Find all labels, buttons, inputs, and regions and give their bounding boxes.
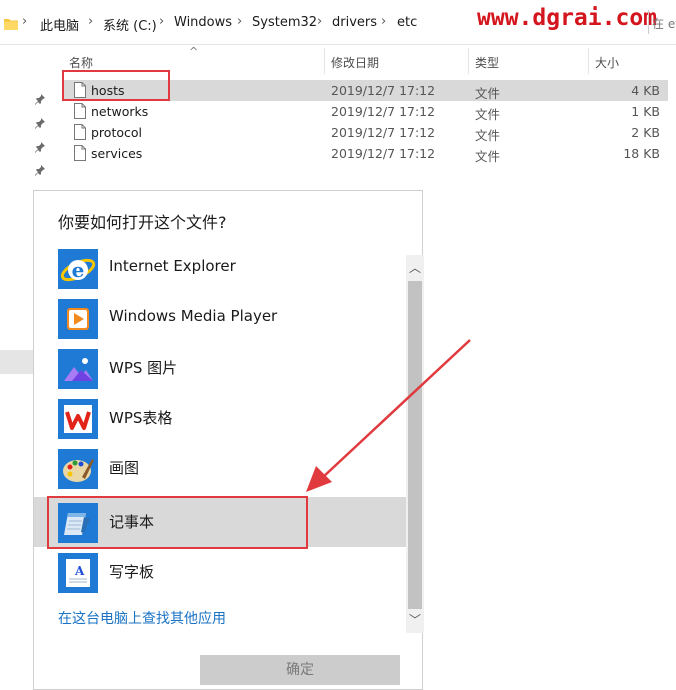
pin-icon[interactable] [34,117,46,129]
svg-text:e: e [72,258,85,282]
column-divider[interactable] [588,48,589,74]
breadcrumb-etc[interactable]: etc [397,15,417,30]
chevron-right-icon: › [159,14,165,29]
app-list-scrollbar[interactable]: ︿ ﹀ [406,255,424,633]
pin-icon[interactable] [34,164,46,176]
column-divider[interactable] [468,48,469,74]
column-size[interactable]: 大小 [595,54,619,71]
sort-ascending-icon: ^ [189,45,199,58]
column-name[interactable]: 名称 [69,54,93,71]
wps-picture-icon [58,349,98,389]
address-divider [648,10,649,34]
file-name: services [91,146,143,161]
file-type: 文件 [475,107,501,122]
chevron-right-icon: › [237,14,243,29]
file-size: 2 KB [631,125,660,140]
column-divider[interactable] [324,48,325,74]
file-name: networks [91,104,149,119]
highlight-box-hosts [62,70,170,101]
app-label: WPS表格 [109,409,173,427]
column-type[interactable]: 类型 [475,54,499,71]
chevron-down-icon[interactable]: ﹀ [406,611,424,629]
chevron-right-icon: › [381,14,387,29]
paint-icon [58,449,98,489]
file-modified: 2019/12/7 17:12 [331,146,436,161]
file-name: protocol [91,125,142,140]
app-label: Internet Explorer [109,257,236,275]
file-type: 文件 [475,86,501,101]
breadcrumb-windows[interactable]: Windows [174,15,232,30]
app-label: WPS 图片 [109,359,178,377]
internet-explorer-icon: e [58,249,98,289]
breadcrumb-system-c[interactable]: 系统 (C:) [103,15,157,34]
address-bar[interactable]: › 此电脑 › 系统 (C:) › Windows › System32 › d… [0,0,676,45]
pin-icon[interactable] [34,141,46,153]
breadcrumb-system32[interactable]: System32 [252,15,317,30]
watermark: www.dgrai.com [477,5,658,31]
file-row-protocol[interactable]: protocol 2019/12/7 17:12 文件 2 KB [64,122,668,143]
svg-text:A: A [74,564,85,578]
open-with-dialog: 你要如何打开这个文件? e Internet Explorer Windows … [33,190,424,690]
chevron-up-icon[interactable]: ︿ [406,259,424,277]
wps-spreadsheet-icon [58,399,98,439]
nav-pane-selection[interactable] [0,350,33,374]
file-icon [74,124,86,140]
app-option-wordpad[interactable]: A 写字板 [34,547,406,597]
file-row-networks[interactable]: networks 2019/12/7 17:12 文件 1 KB [64,101,668,122]
file-icon [74,145,86,161]
file-type: 文件 [475,128,501,143]
dialog-title: 你要如何打开这个文件? [58,213,227,232]
file-type: 文件 [475,149,501,164]
folder-icon [4,16,18,35]
app-option-paint[interactable]: 画图 [34,443,406,493]
file-icon [74,103,86,119]
chevron-right-icon: › [317,14,323,29]
file-row-services[interactable]: services 2019/12/7 17:12 文件 18 KB [64,143,668,164]
app-option-wps-picture[interactable]: WPS 图片 [34,343,406,393]
file-size: 18 KB [623,146,660,161]
file-size: 4 KB [631,83,660,98]
app-label: Windows Media Player [109,307,278,325]
app-option-wps-spreadsheet[interactable]: WPS表格 [34,393,406,443]
windows-media-player-icon [58,299,98,339]
column-modified[interactable]: 修改日期 [331,54,379,71]
app-label: 写字板 [109,563,155,581]
file-modified: 2019/12/7 17:12 [331,125,436,140]
breadcrumb-this-pc[interactable]: 此电脑 [40,15,79,34]
file-modified: 2019/12/7 17:12 [331,104,436,119]
wordpad-icon: A [58,553,98,593]
app-label: 画图 [109,459,140,477]
app-option-internet-explorer[interactable]: e Internet Explorer [34,243,406,293]
find-more-apps-link[interactable]: 在这台电脑上查找其他应用 [58,608,226,628]
highlight-box-notepad [47,496,308,549]
file-modified: 2019/12/7 17:12 [331,83,436,98]
search-box-fragment[interactable]: 在 etc [652,15,676,32]
app-option-windows-media-player[interactable]: Windows Media Player [34,293,406,343]
file-size: 1 KB [631,104,660,119]
scrollbar-thumb[interactable] [408,281,422,609]
chevron-right-icon: › [22,14,28,29]
pin-icon[interactable] [34,93,46,105]
breadcrumb-drivers[interactable]: drivers [332,15,377,30]
chevron-right-icon: › [88,14,94,29]
